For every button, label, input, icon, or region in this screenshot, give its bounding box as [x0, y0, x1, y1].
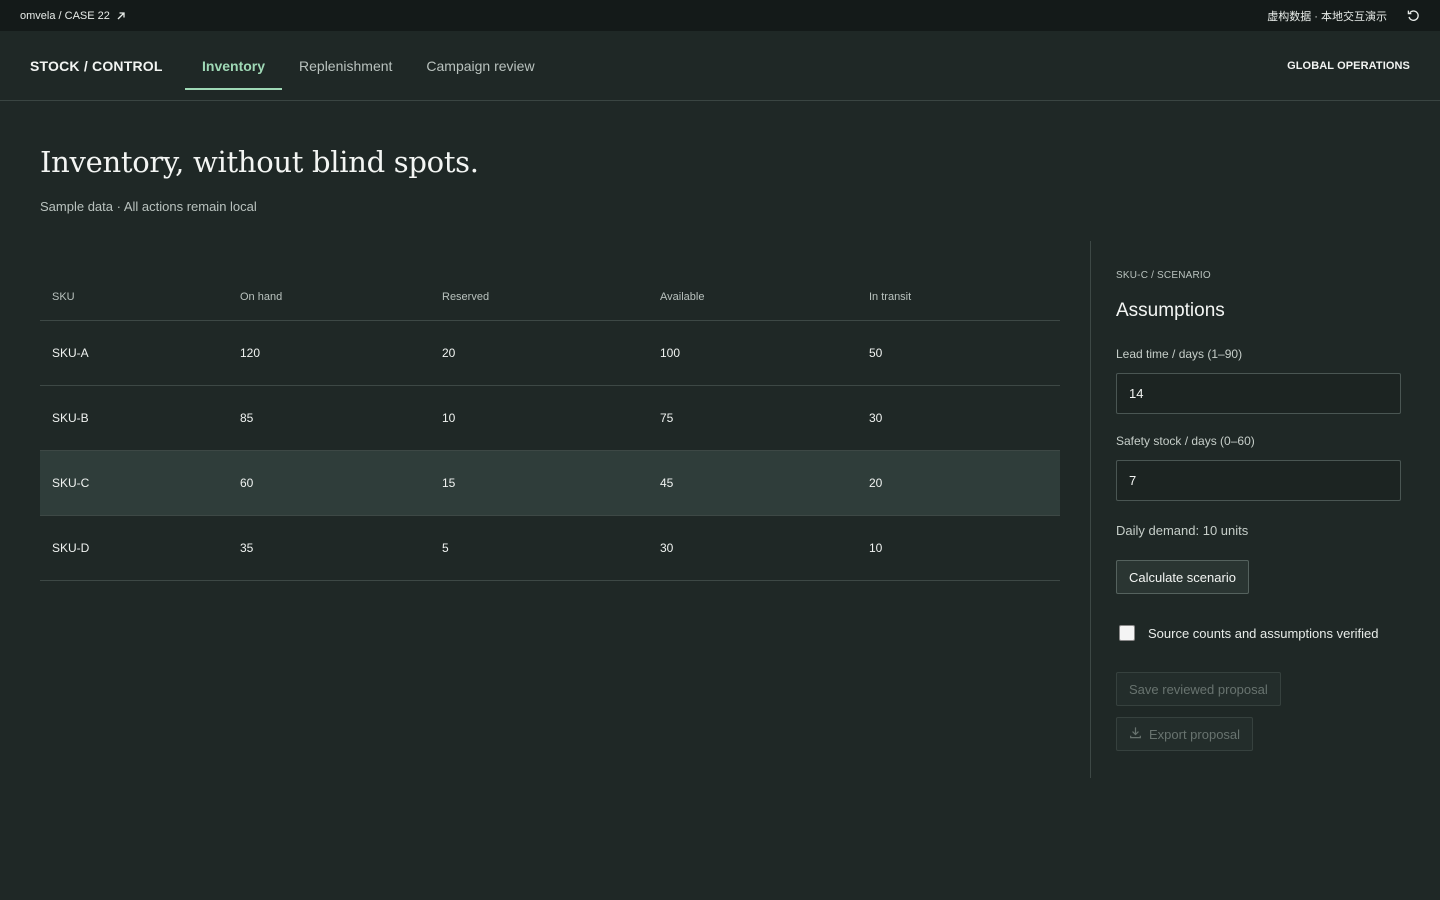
cell-in-transit: 30: [869, 411, 883, 425]
column-header-in-transit: In transit: [869, 290, 912, 303]
verified-label[interactable]: Source counts and assumptions verified: [1148, 626, 1379, 641]
cell-reserved: 20: [442, 346, 456, 360]
cell-available: 75: [660, 411, 674, 425]
cell-reserved: 10: [442, 411, 456, 425]
verified-checkbox-row[interactable]: Source counts and assumptions verified: [1119, 625, 1379, 641]
main-nav: STOCK / CONTROL Inventory Replenishment …: [0, 31, 1440, 101]
lead-time-input[interactable]: [1116, 373, 1401, 414]
cell-reserved: 15: [442, 476, 456, 490]
cell-sku: SKU-C: [52, 476, 90, 490]
region-label: GLOBAL OPERATIONS: [1287, 59, 1410, 72]
cell-available: 100: [660, 346, 681, 360]
tab-replenishment[interactable]: Replenishment: [282, 31, 409, 100]
page-subtitle: Sample data · All actions remain local: [40, 199, 257, 214]
export-proposal-label: Export proposal: [1149, 726, 1241, 742]
export-proposal-button[interactable]: Export proposal: [1116, 717, 1254, 751]
cell-sku: SKU-B: [52, 411, 89, 425]
cell-in-transit: 50: [869, 346, 883, 360]
case-link[interactable]: omvela / CASE 22: [20, 10, 126, 22]
page-title: Inventory, without blind spots.: [40, 145, 479, 179]
table-header: SKU On hand Reserved Available In transi…: [40, 273, 1060, 321]
cell-sku: SKU-A: [52, 346, 89, 360]
tab-inventory[interactable]: Inventory: [185, 31, 283, 100]
cell-on-hand: 120: [240, 346, 261, 360]
brand-logo: STOCK / CONTROL: [30, 57, 163, 74]
top-bar: omvela / CASE 22 虚构数据 · 本地交互演示: [0, 0, 1440, 31]
table-row[interactable]: SKU-A 120 20 100 50: [40, 321, 1060, 386]
save-proposal-button[interactable]: Save reviewed proposal: [1116, 672, 1281, 706]
table-row-selected[interactable]: SKU-C 60 15 45 20: [40, 451, 1060, 516]
verified-checkbox[interactable]: [1119, 625, 1135, 641]
inventory-table: SKU On hand Reserved Available In transi…: [40, 273, 1060, 581]
cell-available: 30: [660, 541, 674, 555]
tab-campaign-review[interactable]: Campaign review: [409, 31, 551, 100]
cell-in-transit: 20: [869, 476, 883, 490]
daily-demand: Daily demand: 10 units: [1116, 523, 1249, 538]
cell-on-hand: 60: [240, 476, 254, 490]
safety-stock-input[interactable]: [1116, 460, 1401, 501]
table-row[interactable]: SKU-B 85 10 75 30: [40, 386, 1060, 451]
calculate-scenario-button[interactable]: Calculate scenario: [1116, 560, 1249, 594]
column-header-on-hand: On hand: [240, 290, 283, 303]
lead-time-label: Lead time / days (1–90): [1116, 347, 1243, 361]
safety-stock-label: Safety stock / days (0–60): [1116, 434, 1255, 448]
scenario-panel: SKU-C / SCENARIO Assumptions Lead time /…: [1090, 241, 1440, 778]
cell-sku: SKU-D: [52, 541, 90, 555]
panel-title: Assumptions: [1116, 300, 1225, 321]
reset-icon[interactable]: [1407, 9, 1420, 22]
demo-notice: 虚构数据 · 本地交互演示: [1267, 10, 1387, 23]
column-header-sku: SKU: [52, 290, 75, 303]
column-header-available: Available: [660, 290, 705, 303]
table-row[interactable]: SKU-D 35 5 30 10: [40, 516, 1060, 581]
cell-on-hand: 85: [240, 411, 254, 425]
cell-on-hand: 35: [240, 541, 254, 555]
nav-tabs: Inventory Replenishment Campaign review: [185, 31, 552, 100]
breadcrumb[interactable]: omvela / CASE 22: [20, 10, 110, 22]
cell-reserved: 5: [442, 541, 449, 555]
cell-available: 45: [660, 476, 674, 490]
panel-eyebrow: SKU-C / SCENARIO: [1116, 270, 1211, 281]
column-header-reserved: Reserved: [442, 290, 490, 303]
cell-in-transit: 10: [869, 541, 883, 555]
external-link-icon: [116, 11, 126, 21]
download-icon: [1129, 726, 1142, 742]
